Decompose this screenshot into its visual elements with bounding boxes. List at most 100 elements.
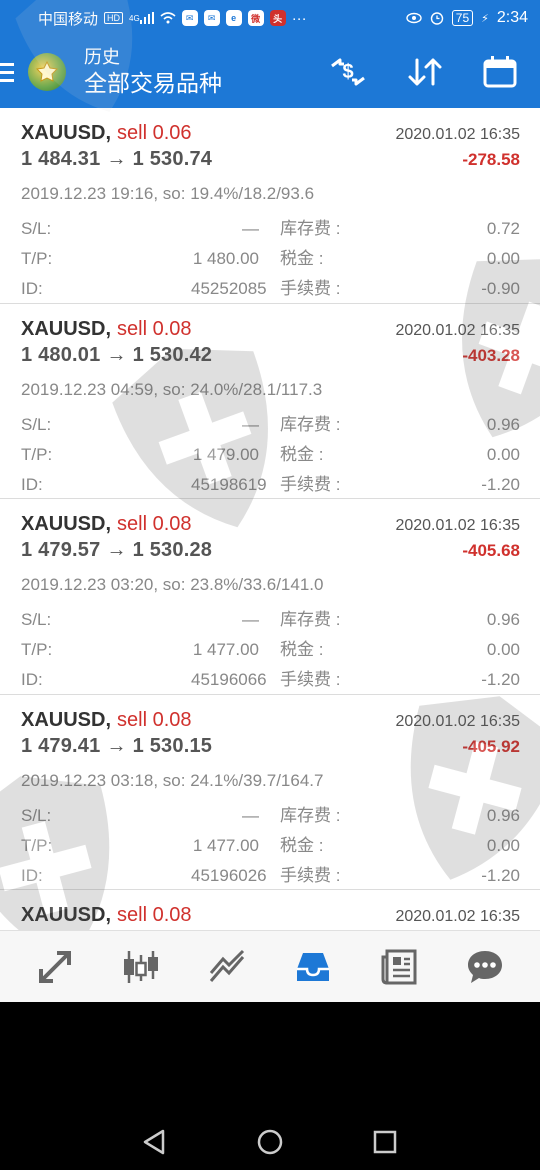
wifi-icon [160,12,176,24]
sl-label: S/L: [21,414,52,434]
open-price: 1 484.31 [21,148,101,170]
sl-value: — [242,805,259,825]
tp-value: 1 477.00 [192,640,259,659]
back-icon[interactable] [141,1128,167,1156]
id-label: ID: [21,474,43,494]
tp-value: 1 479.00 [192,444,259,464]
fee-label: 手续费 : [280,279,341,298]
calendar-icon[interactable] [482,55,518,89]
swap-label: 库存费 : [280,610,341,629]
trade-profit: -405.68 [462,541,520,560]
id-value: 45196066 [191,670,267,689]
history-inbox-icon[interactable] [283,937,343,997]
close-price: 1 530.74 [132,148,213,170]
sl-value: — [242,610,259,629]
arrow-icon: → [106,734,127,757]
app-notification-icon: ✉ [203,10,220,26]
trade-symbol: XAUUSD [21,122,106,144]
app-bar: 历史 全部交易品种 $ [0,36,540,108]
open-info: 2019.12.23 19:16, so: 19.4%/18.2/93.6 [21,184,315,203]
open-info: 2019.12.23 03:20, so: 23.8%/33.6/141.0 [21,575,324,594]
swap-label: 库存费 : [280,805,341,825]
swap-value: 0.96 [486,805,520,825]
tax-label: 税金 : [280,444,324,464]
trade-close-time: 2020.01.02 16:35 [395,908,520,925]
carrier-label: 中国移动 [38,10,99,28]
trade-symbol: XAUUSD [21,513,106,535]
sl-value: — [242,219,259,238]
trade-close-time: 2020.01.02 16:35 [395,712,520,730]
open-price: 1 480.01 [21,343,101,366]
trade-direction: sell 0.08 [117,904,192,926]
candlestick-chart-icon[interactable] [111,937,171,997]
tax-value: 0.00 [486,444,520,464]
id-value: 45196026 [191,865,267,885]
trade-item[interactable]: XAUUSD, sell 0.08 2020.01.02 16:35 1 479… [0,695,540,890]
swap-label: 库存费 : [280,219,341,238]
app-notification-icon: ✉ [181,10,198,26]
status-bar: 中国移动 HD 4G ✉ ✉ e 微 头 ··· 75 ⚡ 2:34 [0,0,540,36]
trade-symbol: XAUUSD [21,708,106,731]
trade-symbol: XAUUSD [21,317,106,340]
eye-comfort-icon [406,12,422,24]
trade-symbol: XAUUSD [21,904,106,926]
trade-close-time: 2020.01.02 16:35 [395,126,520,143]
sort-icon[interactable] [406,56,444,88]
open-info: 2019.12.23 04:59, so: 24.0%/28.1/117.3 [21,379,323,399]
swap-label: 库存费 : [280,414,341,434]
trade-item[interactable]: XAUUSD, sell 0.06 2020.01.02 16:35 1 484… [0,108,540,304]
sl-label: S/L: [21,805,52,825]
id-value: 45252085 [191,279,267,298]
fee-value: -0.90 [481,279,520,298]
close-price: 1 530.15 [132,734,213,757]
more-notifications-icon: ··· [291,9,307,27]
swap-value: 0.96 [486,610,520,629]
svg-text:$: $ [342,61,353,83]
page-title: 历史 [84,47,120,67]
trade-history-list[interactable]: XAUUSD, sell 0.06 2020.01.02 16:35 1 484… [0,108,540,930]
trade-profit: -405.92 [462,736,520,756]
fee-label: 手续费 : [280,474,341,494]
trendline-icon[interactable] [197,937,257,997]
hd-icon: HD [104,12,124,24]
trade-item[interactable]: XAUUSD, sell 0.08 2020.01.02 16:35 1 479… [0,499,540,695]
sl-value: — [242,414,259,434]
id-value: 45198619 [191,474,267,494]
trade-item[interactable]: XAUUSD, sell 0.08 2020.01.02 16:35 1 480… [0,304,540,499]
app-notification-icon: 头 [269,10,286,26]
symbol-separator: , [105,708,112,731]
clock-time: 2:34 [496,9,528,26]
fee-label: 手续费 : [280,865,341,885]
trade-item[interactable]: XAUUSD, sell 0.08 2020.01.02 16:35 [0,890,540,930]
weibo-notification-icon: 微 [247,10,264,26]
symbol-separator: , [105,317,112,340]
tp-value: 1 480.00 [192,249,259,268]
currency-exchange-icon[interactable]: $ [328,56,368,88]
home-icon[interactable] [256,1128,284,1156]
trade-profit: -403.28 [462,345,520,365]
open-price: 1 479.57 [21,539,101,561]
symbol-filter[interactable]: 全部交易品种 [84,68,222,98]
symbol-separator: , [105,122,112,144]
arrow-icon: → [106,539,127,561]
tax-label: 税金 : [280,249,324,268]
tax-value: 0.00 [486,249,520,268]
chat-icon[interactable] [455,937,515,997]
fee-value: -1.20 [481,865,520,885]
signal-icon: 4G [129,12,154,24]
trade-direction: sell 0.08 [117,317,192,340]
recents-icon[interactable] [372,1128,398,1156]
fee-value: -1.20 [481,474,520,494]
tax-value: 0.00 [486,640,520,659]
tax-label: 税金 : [280,640,324,659]
trade-arrows-icon[interactable] [25,937,85,997]
metatrader-logo[interactable] [28,53,66,91]
close-price: 1 530.42 [132,343,213,366]
news-icon[interactable] [369,937,429,997]
system-navigation-bar [0,1002,540,1170]
fee-label: 手续费 : [280,670,341,689]
trade-direction: sell 0.06 [117,122,192,144]
trade-close-time: 2020.01.02 16:35 [395,517,520,534]
swap-value: 0.72 [486,219,520,238]
menu-icon[interactable] [0,62,18,82]
